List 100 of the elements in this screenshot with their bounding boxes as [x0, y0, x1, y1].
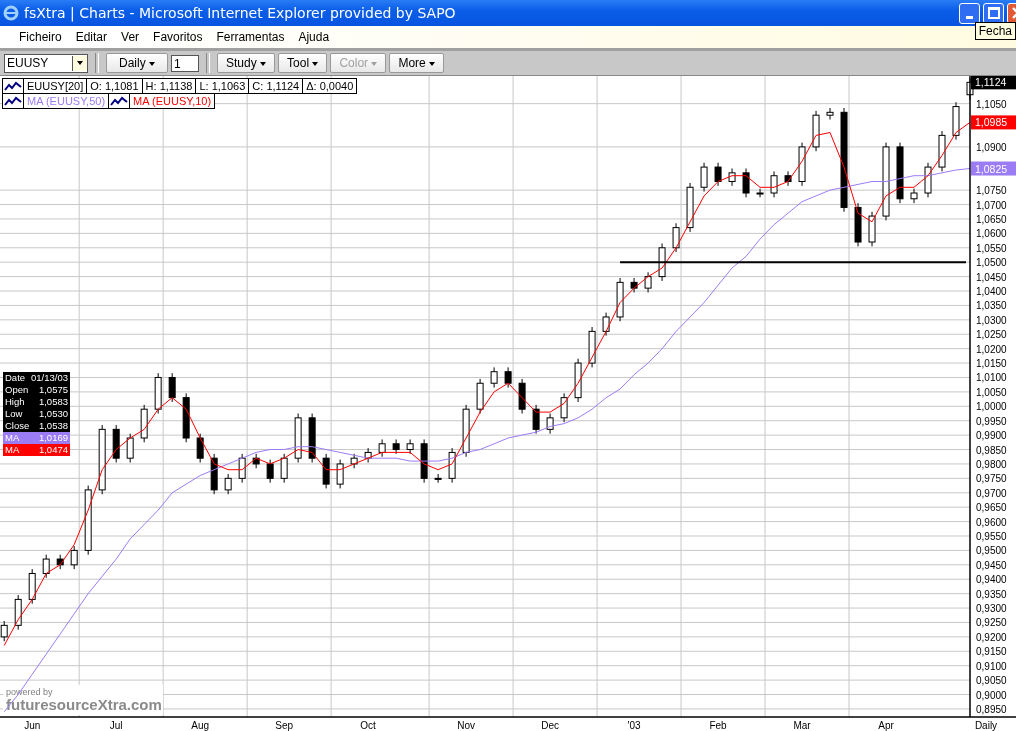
menu-item[interactable]: Ficheiro: [12, 30, 69, 44]
axis-label: '03: [627, 720, 641, 731]
symbol-dropdown[interactable]: EUUSY: [4, 53, 88, 73]
interval-button[interactable]: Daily: [106, 53, 168, 73]
candlestick: [574, 358, 582, 403]
candlestick: [644, 271, 652, 293]
menu-item[interactable]: Ferramentas: [209, 30, 292, 44]
candlestick: [868, 211, 876, 247]
axis-label: Mar: [793, 720, 811, 731]
axis-label: Sep: [275, 720, 294, 731]
axis-label: 1,0550: [976, 242, 1007, 254]
axis-label: 1,0500: [976, 257, 1007, 269]
candlestick: [728, 168, 736, 187]
axis-label: 1,0050: [976, 386, 1007, 398]
candlestick: [672, 222, 680, 253]
data-value: 1,0530: [38, 409, 68, 419]
data-value: 01/13/03: [31, 373, 68, 383]
candlestick: [280, 453, 288, 484]
price-tag: 1,1124: [971, 76, 1016, 90]
candlestick: [560, 392, 568, 423]
candlestick: [476, 378, 484, 414]
candlestick: [434, 473, 442, 484]
axis-label: 1,0600: [976, 228, 1007, 240]
browser-icon: [3, 5, 19, 21]
candlestick: [756, 188, 764, 198]
candlestick: [364, 447, 372, 463]
toolbar-button[interactable]: Study: [217, 53, 276, 73]
axis-caption: Daily: [974, 720, 998, 731]
axis-label: Jun: [24, 720, 41, 731]
data-value: 1,0538: [38, 421, 68, 431]
menu-item[interactable]: Favoritos: [146, 30, 210, 44]
menu-item[interactable]: Ver: [114, 30, 147, 44]
axis-label: 0,9950: [976, 415, 1007, 427]
candlestick: [812, 110, 820, 152]
axis-label: 1,0900: [976, 141, 1007, 153]
count-field[interactable]: 1: [171, 54, 199, 72]
axis-label: Jul: [109, 720, 123, 731]
candlestick: [224, 473, 232, 495]
candlestick: [140, 404, 148, 443]
axis-label: 0,9600: [976, 516, 1007, 528]
candlestick: [770, 170, 778, 198]
candlestick: [448, 447, 456, 484]
candlestick: [112, 424, 120, 463]
axis-label: 1,0400: [976, 286, 1007, 297]
caret-icon: [371, 61, 378, 66]
candlestick: [546, 413, 554, 435]
legend-value: L: 1,1063: [195, 78, 250, 94]
candlestick: [700, 162, 708, 193]
axis-label: 1,0000: [976, 401, 1007, 413]
axis-label: 0,9850: [976, 444, 1007, 456]
candlestick: [28, 568, 36, 605]
axis-label: 1,0300: [976, 314, 1007, 326]
candlestick: [518, 378, 526, 414]
axis-label: 0,9650: [976, 502, 1007, 514]
chart-icon[interactable]: [2, 78, 24, 94]
candlestick: [266, 459, 274, 484]
candlestick: [798, 142, 806, 187]
legend-symbol: EUUSY[20]: [23, 78, 88, 94]
axis-label: 1,0250: [976, 329, 1007, 341]
tooltip: Fecha: [974, 22, 1016, 40]
candlestick: [308, 413, 316, 463]
data-label: High: [5, 397, 25, 407]
toolbar-button[interactable]: More: [389, 53, 445, 73]
minimize-button[interactable]: [959, 2, 980, 24]
axis-label: 0,9450: [976, 559, 1007, 571]
candlestick: [714, 162, 722, 187]
restore-button[interactable]: [983, 2, 1004, 24]
axis-label: Aug: [191, 720, 210, 731]
candlestick: [630, 277, 638, 293]
candlestick: [658, 242, 666, 282]
chart-icon[interactable]: [108, 93, 131, 109]
caret-icon: [149, 61, 155, 66]
chart-icon[interactable]: [2, 93, 24, 109]
axis-label: 0,9350: [976, 588, 1007, 600]
data-value: 1,0575: [38, 385, 68, 395]
axis-label: 0,9900: [976, 430, 1007, 442]
toolbar-button[interactable]: Tool: [278, 53, 328, 73]
candlestick: [532, 404, 540, 435]
candlestick: [420, 438, 428, 484]
menu-item[interactable]: Ajuda: [291, 30, 337, 44]
axis-label: 0,9800: [976, 458, 1007, 470]
candlestick: [588, 326, 596, 368]
price-tag: 1,0985: [971, 115, 1016, 130]
candlestick: [154, 372, 162, 414]
axis-label: 1,0450: [976, 271, 1007, 283]
branding-caption: powered by: [6, 687, 53, 697]
axis-label: 0,9750: [976, 473, 1007, 485]
axis-label: 0,9150: [976, 646, 1007, 658]
candlestick: [210, 453, 218, 495]
axis-label: Apr: [878, 720, 894, 731]
candlestick: [686, 182, 694, 233]
axis-label: 0,9250: [976, 617, 1007, 629]
data-label: Close: [5, 421, 30, 431]
menu-item[interactable]: Editar: [68, 30, 115, 44]
data-value: 1,0474: [38, 445, 68, 455]
axis-label: 1,0700: [976, 199, 1007, 211]
candlestick: [56, 554, 64, 570]
axis-label: Feb: [709, 720, 727, 731]
caret-icon: [429, 61, 436, 66]
legend-study: MA (EUUSY,50): [23, 93, 110, 109]
